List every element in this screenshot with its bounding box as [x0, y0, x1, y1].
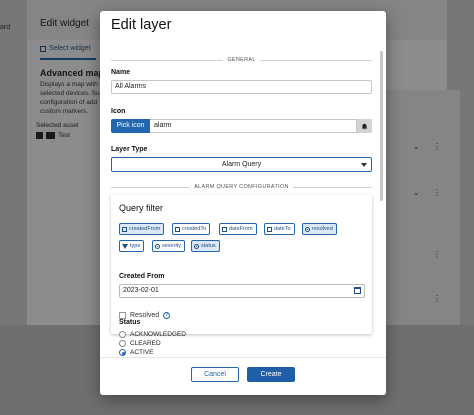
section-alarm-query-label: ALARM QUERY CONFIGURATION [194, 184, 289, 190]
layer-type-value: Alarm Query [221, 161, 262, 168]
background-asset-item: Test [36, 132, 70, 139]
chip-datefrom[interactable]: dateFrom [219, 223, 257, 235]
query-filter-card: Query filter createdFrom createdTo dateF… [111, 195, 372, 334]
layer-type-label: Layer Type [111, 146, 148, 153]
chip-label: resolved [312, 226, 333, 232]
name-input[interactable]: All Alarms [111, 80, 372, 94]
radio-button[interactable] [119, 331, 126, 338]
query-filter-title: Query filter [119, 203, 164, 213]
divider [259, 59, 373, 61]
divider [111, 59, 224, 61]
background-description: Displays a map with selected devices. Su… [40, 80, 102, 116]
chip-label: severity [162, 243, 181, 249]
dialog-title: Edit layer [111, 17, 172, 33]
icon-preview [357, 119, 372, 133]
resolved-row: Resolved ? [119, 312, 171, 319]
resolved-checkbox[interactable] [119, 312, 126, 319]
background-right-panel [386, 90, 460, 325]
folder-icon [46, 132, 55, 139]
chevron-down-icon: ⌄ [413, 142, 420, 151]
chevron-down-icon [361, 163, 367, 167]
chip-label: dateTo [274, 226, 291, 232]
dialog-footer: Cancel Create [100, 357, 386, 395]
divider [292, 186, 373, 188]
status-option-label: CLEARED [130, 340, 161, 347]
chip-label: dateFrom [229, 226, 253, 232]
icon-input[interactable]: alarm [150, 119, 357, 133]
radio-icon [155, 243, 160, 249]
cancel-button[interactable]: Cancel [191, 367, 239, 382]
calendar-icon[interactable] [354, 287, 361, 294]
calendar-icon [122, 226, 127, 232]
icon-label: Icon [111, 108, 126, 115]
more-vert-icon: ⋮ [433, 294, 441, 303]
status-label: Status [119, 319, 141, 326]
more-vert-icon: ⋮ [433, 250, 441, 259]
background-tab-label: Select widget [49, 45, 91, 52]
status-option-label: ACKNOWLEDGED [130, 331, 186, 338]
calendar-icon [222, 226, 227, 232]
help-icon[interactable]: ? [163, 312, 171, 319]
status-option-acknowledged[interactable]: ACKNOWLEDGED [119, 331, 186, 338]
background-description-line: Displays a map with [40, 81, 98, 88]
created-from-value: 2023-02-01 [123, 287, 159, 294]
filter-icon [122, 243, 128, 249]
created-from-input[interactable]: 2023-02-01 [119, 284, 365, 298]
background-asset-name: Test [58, 132, 70, 139]
radio-button[interactable] [119, 340, 126, 347]
chip-severity[interactable]: severity [152, 240, 185, 252]
more-vert-icon: ⋮ [433, 188, 441, 197]
background-left-text: ard [0, 24, 11, 31]
dialog-body[interactable]: GENERAL Name All Alarms Icon Pick icon a… [100, 45, 386, 357]
resolved-label: Resolved [130, 312, 160, 319]
background-selected-asset-label: Selected asset [36, 122, 79, 129]
chevron-down-icon: ⌄ [413, 188, 420, 197]
divider [111, 186, 191, 188]
section-general: GENERAL [111, 56, 373, 64]
calendar-icon [267, 226, 272, 232]
radio-button[interactable] [119, 349, 126, 356]
background-description-line: selected devices. Su [40, 90, 100, 97]
chip-resolved[interactable]: resolved [302, 223, 337, 235]
status-option-cleared[interactable]: CLEARED [119, 340, 161, 347]
radio-icon [194, 243, 199, 249]
layer-type-select[interactable]: Alarm Query [111, 157, 372, 172]
chip-type[interactable]: type [119, 240, 145, 252]
edit-layer-dialog: Edit layer GENERAL Name All Alarms Icon … [100, 11, 386, 395]
radio-icon [305, 226, 310, 232]
background-tab-underline [40, 58, 96, 60]
background-description-line: configuration of add [40, 99, 98, 106]
chip-label: type [130, 243, 141, 249]
background-title: Edit widget [40, 18, 89, 29]
calendar-icon [175, 226, 180, 232]
chip-label: createdTo [182, 226, 207, 232]
chip-label: createdFrom [129, 226, 161, 232]
created-from-label: Created From [119, 273, 165, 280]
chip-createdfrom[interactable]: createdFrom [119, 223, 165, 235]
status-option-active[interactable]: ACTIVE [119, 349, 153, 356]
grid-icon [40, 45, 46, 52]
scrollbar[interactable] [380, 51, 383, 201]
more-vert-icon: ⋮ [433, 142, 441, 151]
checkbox-icon [36, 132, 43, 139]
section-general-label: GENERAL [227, 57, 256, 63]
background-tab-select-widget: Select widget [40, 45, 91, 52]
name-label: Name [111, 69, 131, 76]
icon-picker: Pick icon alarm [111, 119, 372, 133]
status-option-label: ACTIVE [130, 349, 154, 356]
background-description-line: custom markers. [40, 108, 89, 115]
chip-status[interactable]: status [191, 240, 220, 252]
chip-createdto[interactable]: createdTo [172, 223, 211, 235]
create-button[interactable]: Create [247, 367, 295, 382]
chip-label: status [201, 243, 216, 249]
section-alarm-query: ALARM QUERY CONFIGURATION [111, 183, 373, 191]
chip-dateto[interactable]: dateTo [264, 223, 295, 235]
pick-icon-button[interactable]: Pick icon [111, 119, 150, 133]
alarm-icon [361, 123, 368, 130]
